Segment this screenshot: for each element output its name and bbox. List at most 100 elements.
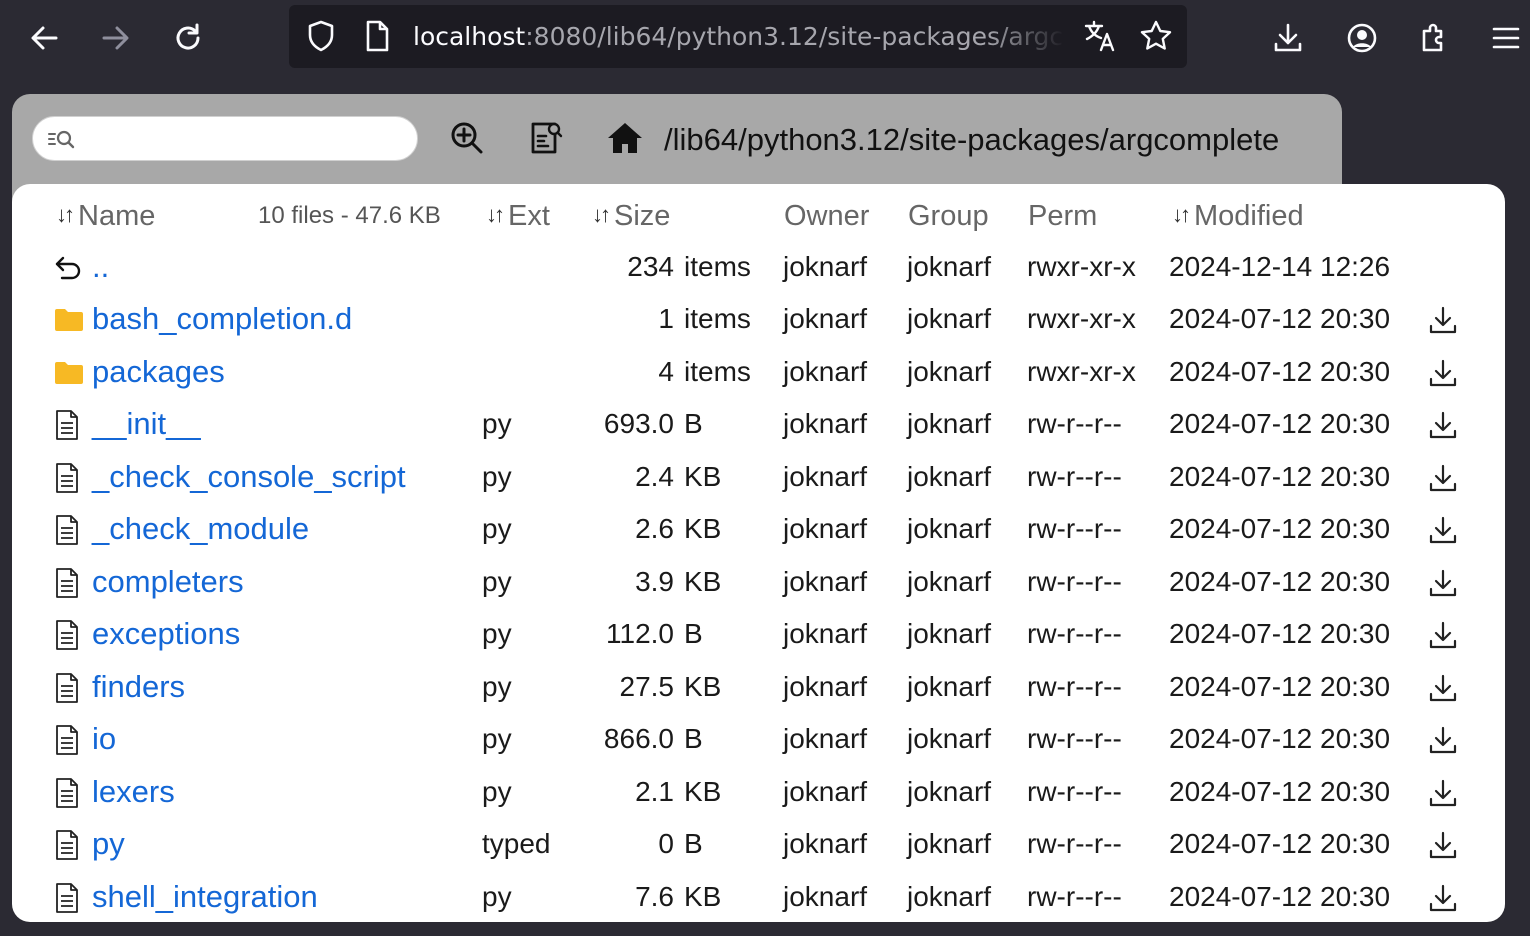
download-icon[interactable]: [1428, 515, 1458, 545]
column-modified[interactable]: ↓↑ Modified: [1172, 190, 1304, 242]
owner-value: joknarf: [783, 723, 868, 754]
entry-name-link[interactable]: _check_module: [92, 503, 309, 555]
download-icon[interactable]: [1428, 305, 1458, 335]
file-row[interactable]: __init__ py 693.0 B joknarf joknarf rw-r…: [12, 398, 1505, 450]
sort-icon: ↓↑: [592, 202, 611, 227]
column-ext-label: Ext: [508, 200, 550, 232]
search-input[interactable]: [83, 123, 407, 157]
download-icon[interactable]: [1428, 725, 1458, 755]
page-icon: [363, 19, 391, 53]
column-modified-label: Modified: [1194, 200, 1304, 232]
file-icon: [54, 672, 82, 703]
modified-value: 2024-07-12 20:30: [1169, 670, 1391, 702]
perm-value: rw-r--r--: [1027, 460, 1122, 492]
download-icon[interactable]: [1428, 883, 1458, 913]
entry-name-link[interactable]: py: [92, 818, 125, 870]
owner-value: joknarf: [783, 303, 868, 334]
size-unit: KB: [684, 513, 722, 544]
size-value: 234: [627, 251, 674, 282]
file-row[interactable]: completers py 3.9 KB joknarf joknarf rw-…: [12, 556, 1505, 608]
entry-name-link[interactable]: exceptions: [92, 608, 240, 660]
file-row[interactable]: lexers py 2.1 KB joknarf joknarf rw-r--r…: [12, 766, 1505, 818]
size-unit: B: [684, 408, 703, 439]
ext-value: py: [482, 775, 512, 807]
entry-name-link[interactable]: io: [92, 713, 116, 765]
file-row[interactable]: io py 866.0 B joknarf joknarf rw-r--r-- …: [12, 713, 1505, 765]
search-box[interactable]: [32, 116, 418, 161]
download-icon[interactable]: [1428, 463, 1458, 493]
sort-icon: ↓↑: [1172, 202, 1191, 227]
extensions-button[interactable]: [1408, 12, 1460, 64]
owner-value: joknarf: [783, 408, 868, 439]
search-button[interactable]: [445, 118, 489, 162]
download-icon[interactable]: [1428, 568, 1458, 598]
download-icon: [1272, 22, 1304, 54]
download-icon[interactable]: [1428, 358, 1458, 388]
download-icon[interactable]: [1428, 778, 1458, 808]
size-unit: KB: [684, 460, 722, 492]
reload-button[interactable]: [162, 12, 214, 64]
entry-name-link[interactable]: completers: [92, 556, 244, 608]
file-icon: [54, 619, 82, 650]
size-value: 2.1: [635, 775, 674, 807]
entry-name-link[interactable]: lexers: [92, 766, 175, 818]
size-unit: KB: [684, 565, 722, 597]
arrow-right-icon: [100, 22, 132, 54]
entry-name-link[interactable]: bash_completion.d: [92, 293, 352, 345]
parent-link[interactable]: ..: [92, 241, 109, 293]
translate-icon[interactable]: [1083, 19, 1117, 53]
folder-icon: [54, 307, 83, 337]
file-row[interactable]: exceptions py 112.0 B joknarf joknarf rw…: [12, 608, 1505, 660]
download-icon[interactable]: [1428, 830, 1458, 860]
file-row[interactable]: shell_integration py 7.6 KB joknarf jokn…: [12, 871, 1505, 923]
download-icon[interactable]: [1428, 620, 1458, 650]
shield-icon[interactable]: [305, 19, 337, 53]
column-ext[interactable]: ↓↑ Ext: [486, 190, 550, 242]
entry-name-link[interactable]: packages: [92, 346, 225, 398]
group-value: joknarf: [907, 460, 992, 492]
entry-name-link[interactable]: shell_integration: [92, 871, 318, 923]
owner-value: joknarf: [783, 565, 868, 597]
perm-value: rw-r--r--: [1027, 828, 1122, 859]
entry-name-link[interactable]: finders: [92, 661, 185, 713]
entry-name-link[interactable]: _check_console_script: [92, 451, 406, 503]
size-value: 866.0: [603, 723, 674, 754]
column-size[interactable]: ↓↑ Size: [592, 190, 670, 242]
url-bar[interactable]: localhost:8080/lib64/python3.12/site-pac…: [289, 5, 1187, 68]
downloads-button[interactable]: [1262, 12, 1314, 64]
file-row[interactable]: _check_module py 2.6 KB joknarf joknarf …: [12, 503, 1505, 555]
file-row[interactable]: _check_console_script py 2.4 KB joknarf …: [12, 451, 1505, 503]
file-icon: [54, 514, 82, 545]
url-text[interactable]: localhost:8080/lib64/python3.12/site-pac…: [413, 19, 1065, 55]
current-path: /lib64/python3.12/site-packages/argcompl…: [664, 122, 1280, 157]
directory-row[interactable]: packages 4 items joknarf joknarf rwxr-xr…: [12, 346, 1505, 398]
menu-button[interactable]: [1480, 12, 1530, 64]
parent-directory-row[interactable]: .. 234 items joknarf joknarf rwxr-xr-x 2…: [12, 241, 1505, 293]
perm-value: rw-r--r--: [1027, 618, 1122, 649]
modified-value: 2024-12-14 12:26: [1169, 251, 1391, 282]
directory-row[interactable]: bash_completion.d 1 items joknarf joknar…: [12, 293, 1505, 345]
modified-value: 2024-07-12 20:30: [1169, 408, 1391, 439]
star-icon[interactable]: [1139, 19, 1173, 53]
file-icon: [54, 777, 82, 808]
size-value: 27.5: [619, 670, 675, 702]
file-row[interactable]: finders py 27.5 KB joknarf joknarf rw-r-…: [12, 661, 1505, 713]
home-button[interactable]: [603, 118, 647, 162]
file-icon: [54, 829, 82, 860]
download-icon[interactable]: [1428, 410, 1458, 440]
size-value: 1: [658, 303, 674, 334]
entry-name-link[interactable]: __init__: [92, 398, 201, 450]
sort-icon: ↓↑: [486, 202, 505, 227]
ext-value: py: [482, 408, 512, 439]
download-icon[interactable]: [1428, 673, 1458, 703]
search-content-button[interactable]: [523, 118, 567, 162]
back-button[interactable]: [18, 12, 70, 64]
forward-button[interactable]: [90, 12, 142, 64]
file-icon: [54, 724, 82, 755]
file-row[interactable]: py typed 0 B joknarf joknarf rw-r--r-- 2…: [12, 818, 1505, 870]
account-button[interactable]: [1336, 12, 1388, 64]
ext-value: py: [482, 670, 512, 702]
size-value: 7.6: [635, 880, 674, 912]
column-name[interactable]: ↓↑ Name: [56, 190, 155, 242]
ext-value: py: [482, 618, 512, 649]
